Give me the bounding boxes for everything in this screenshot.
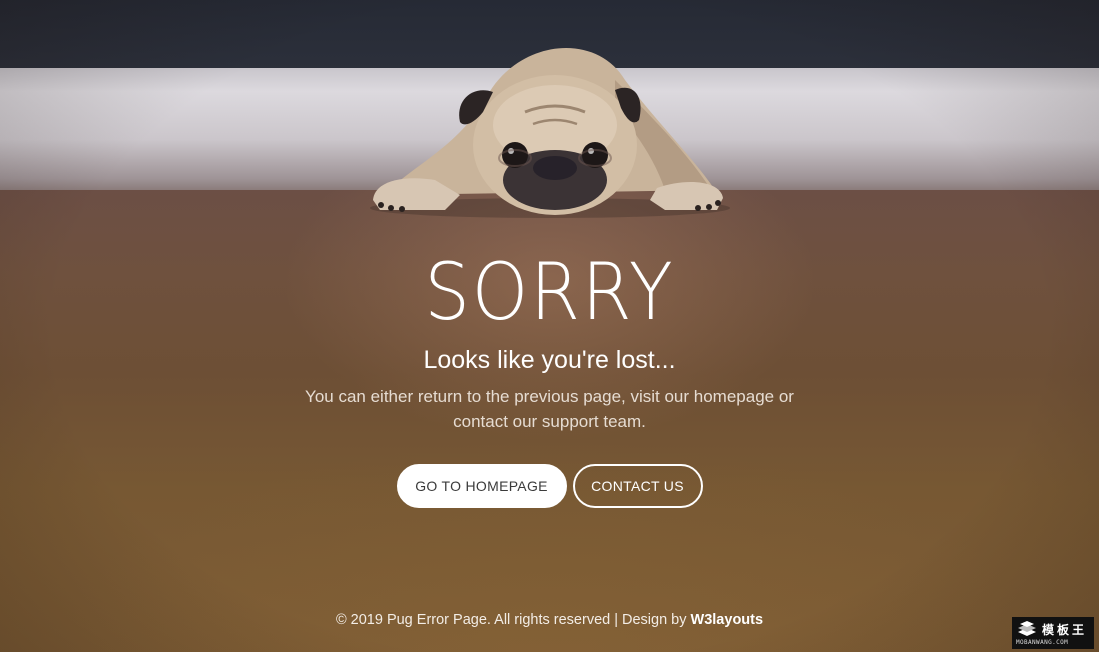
page-description: You can either return to the previous pa… [305,387,794,431]
footer: © 2019 Pug Error Page. All rights reserv… [0,612,1099,628]
page-title: SORRY [424,248,675,338]
watermark-row: 模板王 [1016,620,1090,638]
watermark-badge: 模板王 MOBANWANG.COM [1012,617,1094,649]
page-subtitle: Looks like you're lost... [423,346,676,374]
go-to-homepage-button[interactable]: GO TO HOMEPAGE [396,464,567,508]
error-content: SORRY Looks like you're lost... You can … [0,250,1099,508]
error-page: SORRY Looks like you're lost... You can … [0,0,1099,652]
watermark-site-name: 模板王 [1042,622,1088,637]
stacked-book-icon [1018,621,1036,636]
action-buttons: GO TO HOMEPAGE CONTACT US [0,464,1099,508]
footer-copyright: © 2019 Pug Error Page. All rights reserv… [335,612,687,628]
contact-us-button[interactable]: CONTACT US [572,464,703,508]
watermark-url: MOBANWANG.COM [1016,639,1069,646]
footer-brand-link[interactable]: W3layouts [691,612,764,628]
